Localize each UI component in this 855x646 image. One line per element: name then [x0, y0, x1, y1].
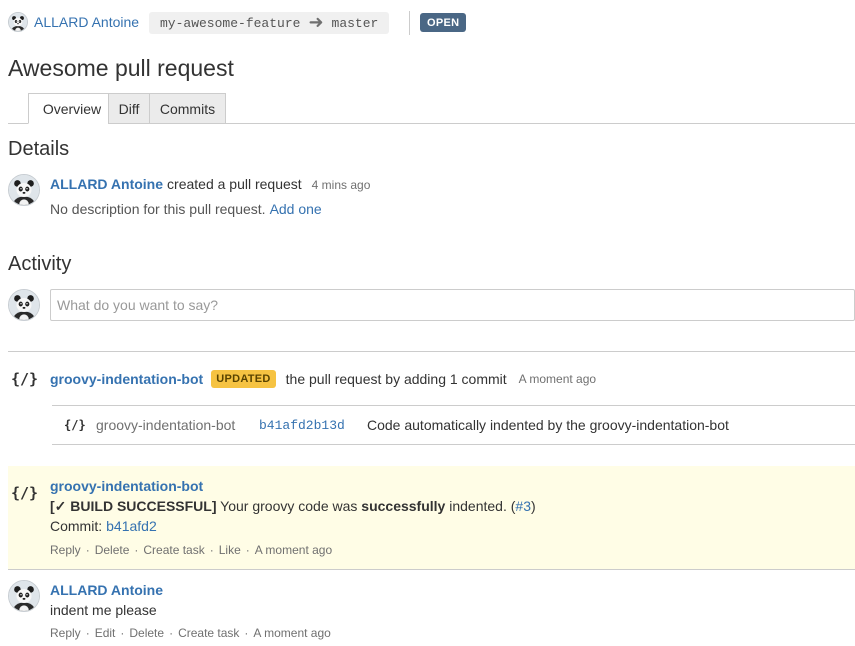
commit-label: Commit: [50, 518, 103, 534]
avatar [8, 289, 40, 321]
delete-action[interactable]: Delete [129, 626, 164, 640]
code-bot-icon: {/} [64, 418, 86, 432]
code-bot-icon: {/} [11, 370, 39, 388]
branch-info: my-awesome-feature ➜ master [149, 12, 390, 34]
build-status: [✓ BUILD SUCCESSFUL] [50, 498, 217, 514]
comment-input[interactable]: What do you want to say? [50, 289, 855, 321]
pr-ref-link[interactable]: #3 [515, 498, 531, 514]
delete-action[interactable]: Delete [95, 543, 130, 557]
bot-comment-time: A moment ago [254, 543, 333, 557]
page-title: Awesome pull request [8, 55, 234, 81]
update-event: groovy-indentation-bot UPDATED the pull … [50, 370, 596, 388]
description-text: No description for this pull request. [50, 201, 266, 217]
code-bot-icon: {/} [11, 484, 39, 502]
header-divider [409, 11, 410, 35]
updated-badge: UPDATED [211, 370, 276, 388]
tab-diff[interactable]: Diff [108, 93, 150, 124]
target-branch: master [331, 15, 379, 31]
details-time: 4 mins ago [311, 178, 371, 192]
user-comment-actions: Reply · Edit · Delete · Create task · A mome… [50, 626, 331, 640]
details-event: ALLARD Antoine created a pull request 4 … [50, 176, 370, 192]
reply-action[interactable]: Reply [50, 626, 81, 640]
create-task-action[interactable]: Create task [178, 626, 239, 640]
status-badge: OPEN [420, 13, 467, 32]
user-comment-author[interactable]: ALLARD Antoine [50, 582, 163, 598]
like-action[interactable]: Like [219, 543, 241, 557]
avatar [8, 580, 40, 612]
commit-message: Code automatically indented by the groov… [367, 417, 729, 433]
tab-overview[interactable]: Overview [28, 93, 116, 124]
bot-comment-commit: Commit: b41afd2 [50, 518, 157, 534]
divider [8, 351, 855, 352]
edit-action[interactable]: Edit [95, 626, 116, 640]
details-action: created a pull request [167, 176, 302, 192]
bot-comment-author[interactable]: groovy-indentation-bot [50, 478, 203, 494]
reply-action[interactable]: Reply [50, 543, 81, 557]
update-author[interactable]: groovy-indentation-bot [50, 371, 203, 387]
comment-text-bold: successfully [361, 498, 446, 514]
avatar [8, 174, 40, 206]
commit-link[interactable]: b41afd2 [106, 518, 157, 534]
source-branch: my-awesome-feature [160, 15, 301, 31]
comment-text: ) [530, 498, 536, 514]
bot-comment: {/} groovy-indentation-bot [✓ BUILD SUCC… [8, 466, 855, 569]
commit-row: {/} groovy-indentation-bot b41afd2b13d C… [52, 405, 855, 445]
add-description-link[interactable]: Add one [270, 201, 322, 217]
update-text: the pull request by adding 1 commit [285, 371, 507, 387]
details-description: No description for this pull request. Ad… [50, 201, 322, 217]
user-comment-time: A moment ago [253, 626, 331, 640]
details-author[interactable]: ALLARD Antoine [50, 176, 163, 192]
pr-author[interactable]: ALLARD Antoine [8, 12, 139, 32]
activity-heading: Activity [8, 253, 72, 275]
avatar [8, 12, 28, 32]
user-comment-text: indent me please [50, 602, 157, 618]
comment-text: indented. ( [449, 498, 516, 514]
bot-comment-actions: Reply · Delete · Create task · Like · A mome… [50, 543, 333, 557]
commit-author: groovy-indentation-bot [96, 417, 236, 433]
details-heading: Details [8, 138, 70, 160]
arrow-right-icon: ➜ [308, 12, 324, 33]
create-task-action[interactable]: Create task [143, 543, 204, 557]
tab-bar: Overview Diff Commits [8, 93, 855, 124]
bot-comment-text: [✓ BUILD SUCCESSFUL] Your groovy code wa… [50, 498, 536, 515]
pr-author-name[interactable]: ALLARD Antoine [34, 14, 139, 30]
comment-text: Your groovy code was [220, 498, 358, 514]
divider [8, 569, 855, 570]
update-time: A moment ago [518, 372, 597, 386]
commit-hash-link[interactable]: b41afd2b13d [259, 418, 345, 433]
tab-commits[interactable]: Commits [149, 93, 226, 124]
